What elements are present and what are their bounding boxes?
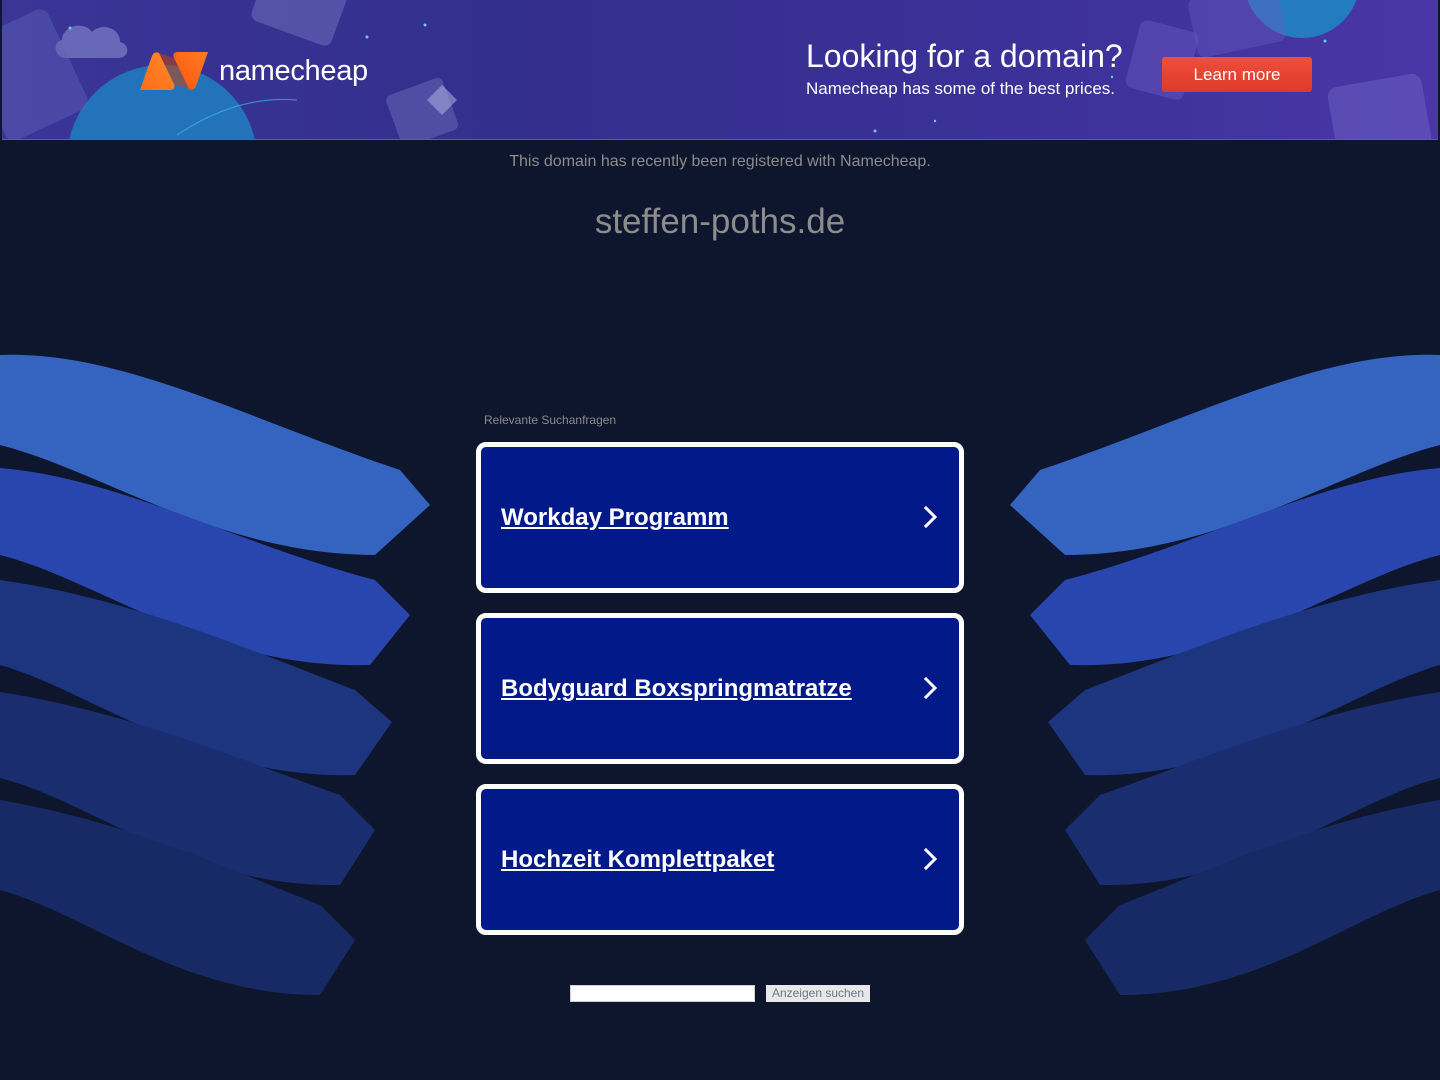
registration-notice: This domain has recently been registered… (509, 153, 931, 170)
chevron-right-icon (923, 676, 938, 700)
chevron-right-icon (923, 505, 938, 529)
domain-name: steffen-poths.de (594, 202, 846, 241)
related-search-link[interactable]: Hochzeit Komplettpaket (501, 789, 774, 930)
namecheap-logo-icon (140, 52, 208, 90)
promo-banner[interactable]: namecheap Looking for a domain? Namechea… (2, 0, 1438, 140)
related-searches-label: Relevante Suchanfragen (484, 413, 617, 427)
related-search-card-3[interactable]: Hochzeit Komplettpaket (476, 784, 964, 935)
related-search-link[interactable]: Workday Programm (501, 447, 729, 588)
learn-more-button[interactable]: Learn more (1162, 57, 1312, 92)
promo-title: Looking for a domain? (806, 38, 1123, 74)
ad-search-input[interactable] (570, 985, 755, 1002)
page: namecheap Looking for a domain? Namechea… (0, 0, 1440, 1080)
related-search-link[interactable]: Bodyguard Boxspringmatratze (501, 618, 852, 759)
promo-subtitle: Namecheap has some of the best prices. (806, 79, 1115, 98)
chevron-right-icon (923, 847, 938, 871)
related-search-card-2[interactable]: Bodyguard Boxspringmatratze (476, 613, 964, 764)
logo-wordmark: namecheap (219, 55, 368, 87)
ad-search-button[interactable]: Anzeigen suchen (766, 985, 870, 1002)
related-search-card-1[interactable]: Workday Programm (476, 442, 964, 593)
namecheap-logo[interactable]: namecheap (138, 50, 368, 92)
